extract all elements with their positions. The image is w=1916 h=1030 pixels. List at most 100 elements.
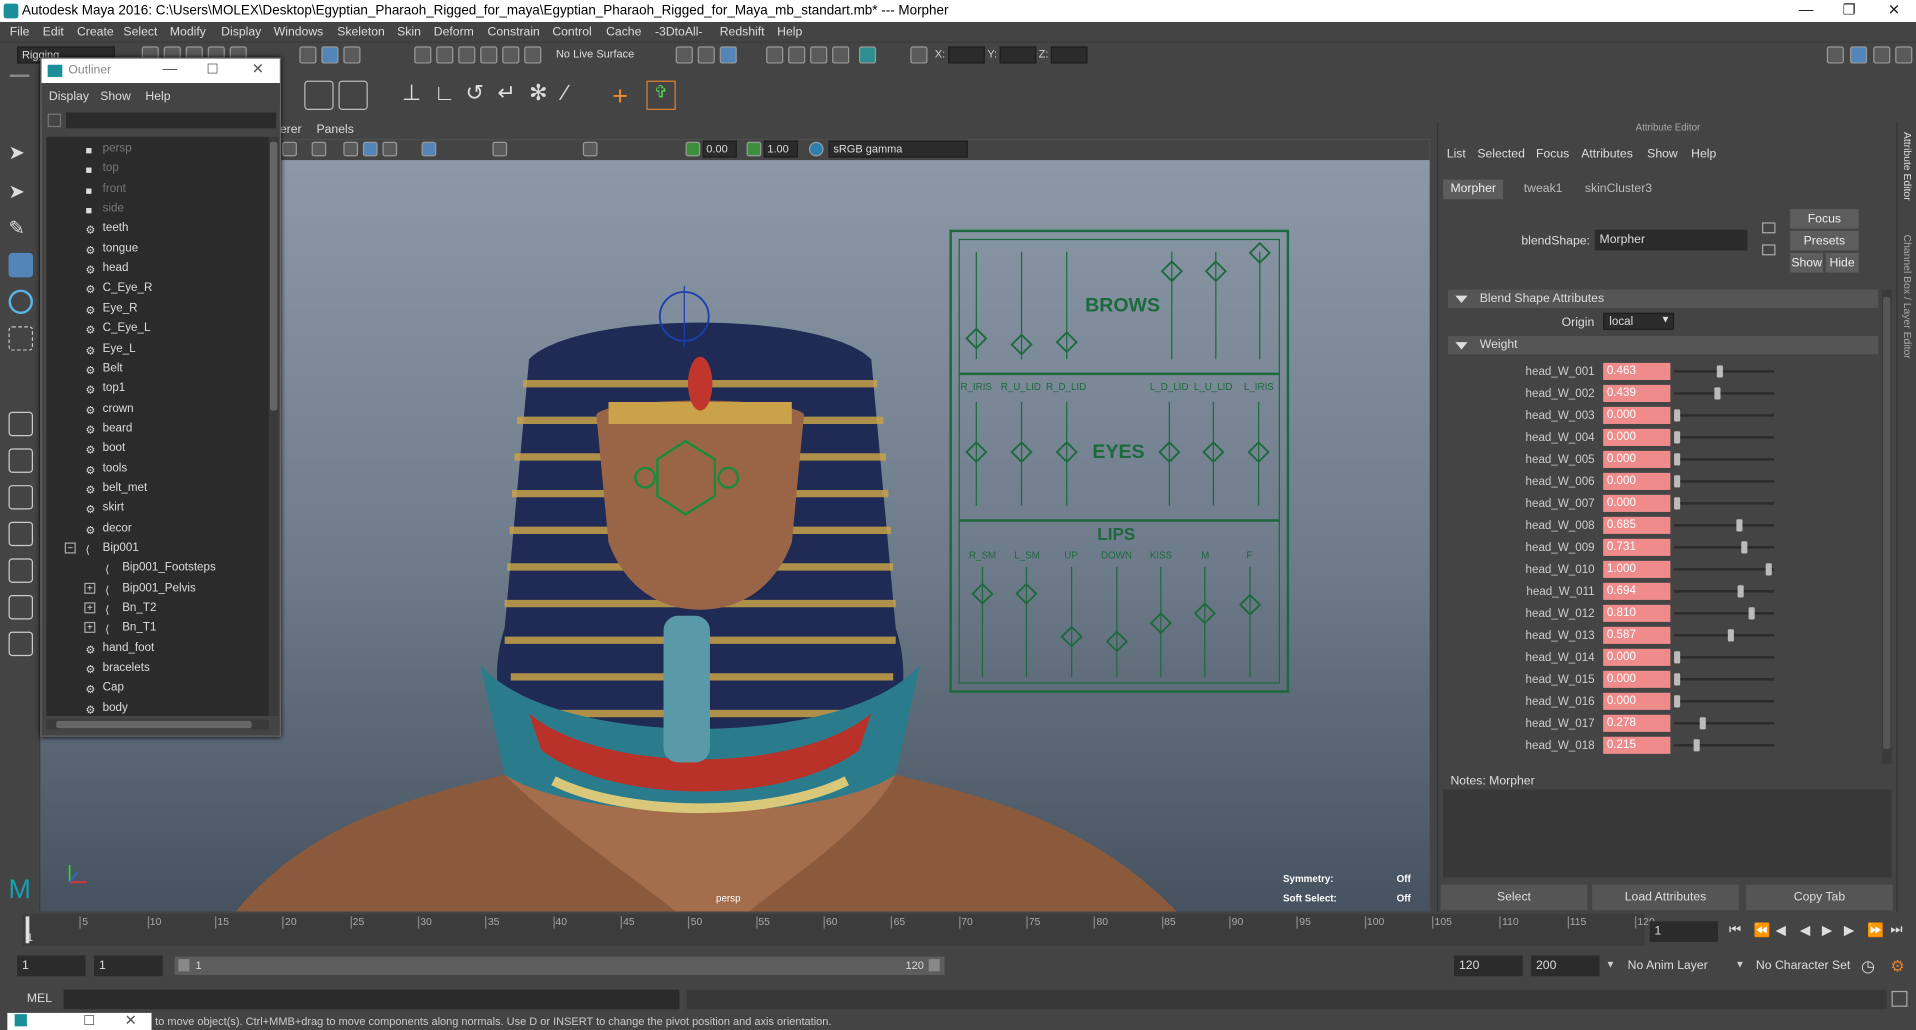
outliner-item[interactable]: ⚙ Eye_L	[46, 339, 268, 359]
snap-grid-icon[interactable]	[414, 46, 432, 64]
menu-redshift[interactable]: Redshift	[720, 26, 765, 39]
render-current-icon[interactable]	[766, 46, 784, 64]
weight-slider-handle[interactable]	[1748, 607, 1755, 620]
tab-morpher[interactable]: Morpher	[1443, 179, 1504, 200]
attr-menu-help[interactable]: Help	[1691, 148, 1716, 161]
hypershade-icon[interactable]	[832, 46, 850, 64]
weight-slider[interactable]	[1674, 431, 1775, 444]
hide-button[interactable]: Hide	[1825, 252, 1859, 273]
weight-slider[interactable]	[1674, 541, 1775, 554]
outliner-item[interactable]: ⚙ crown	[46, 399, 268, 419]
snap-view-icon[interactable]	[480, 46, 498, 64]
weight-slider[interactable]	[1674, 519, 1775, 532]
playback-start-field[interactable]: 1	[94, 955, 163, 977]
outliner-item[interactable]: ⚙ Belt	[46, 359, 268, 379]
gamma-icon[interactable]	[746, 141, 762, 157]
color-management-icon[interactable]	[808, 141, 824, 157]
weight-slider[interactable]	[1674, 497, 1775, 510]
outliner-item[interactable]: ⚙ skirt	[46, 499, 268, 519]
weight-slider[interactable]	[1674, 629, 1775, 642]
weight-slider-handle[interactable]	[1674, 431, 1681, 444]
weight-slider[interactable]	[1674, 475, 1775, 488]
weight-slider-handle[interactable]	[1674, 497, 1681, 510]
anim-prefs-icon[interactable]: ⚙	[1890, 957, 1904, 977]
weight-value-field[interactable]: 0.694	[1603, 582, 1671, 600]
hypershade-layout-icon[interactable]	[8, 595, 33, 620]
x-field[interactable]	[948, 46, 985, 64]
select-component-icon[interactable]	[343, 46, 361, 64]
attribute-editor-tab[interactable]: Attribute Editor	[1901, 132, 1913, 201]
snap-vertex-icon[interactable]	[524, 46, 542, 64]
attr-menu-focus[interactable]: Focus	[1536, 148, 1569, 161]
weight-slider[interactable]	[1674, 717, 1775, 730]
outliner-item[interactable]: ⚙ Eye_R	[46, 299, 268, 319]
shadows-icon[interactable]	[492, 141, 508, 157]
snap-surface-icon[interactable]	[502, 46, 520, 64]
outliner-filter-icon[interactable]	[47, 113, 62, 128]
channel-box-toggle-icon[interactable]	[1895, 46, 1913, 64]
cube-wire-icon[interactable]	[338, 80, 368, 110]
weight-slider[interactable]	[1674, 409, 1775, 422]
step-back-key-icon[interactable]: ⏪	[1753, 922, 1770, 939]
weight-slider[interactable]	[1674, 651, 1775, 664]
weight-slider[interactable]	[1674, 453, 1775, 466]
transform-mode-icon[interactable]	[910, 46, 928, 64]
menu-windows[interactable]: Windows	[274, 26, 324, 39]
scale-tool-icon[interactable]	[8, 326, 33, 351]
weight-slider-handle[interactable]	[1674, 695, 1681, 708]
output-connection-icon[interactable]	[1762, 244, 1776, 256]
weight-slider[interactable]	[1674, 387, 1775, 400]
outliner-scroll-thumb[interactable]	[270, 141, 278, 411]
select-tool-icon[interactable]: ➤	[9, 141, 33, 165]
animation-end-field[interactable]: 200	[1531, 955, 1600, 977]
viewport-menu-renderer[interactable]: erer	[280, 123, 302, 136]
range-bar[interactable]: 1 120	[174, 956, 945, 976]
restore-icon[interactable]: ❐	[1843, 1, 1856, 18]
menu-help[interactable]: Help	[777, 26, 802, 39]
outliner-item[interactable]: ■ side	[46, 199, 268, 219]
chevron-down-icon[interactable]: ▼	[1606, 959, 1616, 970]
go-to-end-icon[interactable]: ⏭	[1890, 922, 1902, 938]
outliner-maximize-icon[interactable]: ☐	[207, 61, 219, 77]
render-settings-icon[interactable]	[810, 46, 828, 64]
current-time-marker[interactable]	[25, 916, 30, 944]
snap-curve-icon[interactable]	[436, 46, 454, 64]
textured-icon[interactable]	[382, 141, 398, 157]
menu-select[interactable]: Select	[123, 26, 157, 39]
outliner-titlebar[interactable]: Outliner — ☐ ✕	[41, 58, 280, 84]
wireframe-icon[interactable]	[343, 141, 359, 157]
weight-slider-handle[interactable]	[1727, 629, 1734, 642]
xray-joints-icon[interactable]	[421, 141, 437, 157]
outliner-item[interactable]: + ⟨ Bn_T2	[46, 599, 268, 619]
insert-joint-icon[interactable]: ∟	[434, 81, 463, 110]
outliner-item[interactable]: ⚙ tools	[46, 459, 268, 479]
ik-spline-icon[interactable]: ↵	[497, 81, 526, 110]
tab-tweak1[interactable]: tweak1	[1516, 180, 1569, 200]
tool-settings-icon[interactable]	[1873, 46, 1891, 64]
notes-textarea[interactable]	[1443, 789, 1892, 878]
weight-slider-handle[interactable]	[1674, 673, 1681, 686]
chevron-down-icon[interactable]: ▼	[1735, 959, 1745, 970]
weight-value-field[interactable]: 0.463	[1603, 362, 1671, 380]
y-field[interactable]	[999, 46, 1037, 64]
origin-dropdown[interactable]: local ▼	[1603, 312, 1675, 330]
menu-create[interactable]: Create	[77, 26, 114, 39]
minimized-close-icon[interactable]: ✕	[125, 1012, 137, 1029]
lattice-icon[interactable]	[304, 80, 334, 110]
mel-input[interactable]	[63, 989, 680, 1010]
input-connection-icon[interactable]	[1762, 222, 1776, 234]
menu-file[interactable]: File	[10, 26, 30, 39]
auto-key-icon[interactable]: ◷	[1861, 957, 1875, 977]
ipr-render-icon[interactable]	[788, 46, 806, 64]
script-editor-icon[interactable]	[1891, 990, 1908, 1007]
move-tool-icon[interactable]	[8, 252, 33, 278]
weight-value-field[interactable]: 0.685	[1603, 516, 1671, 534]
attr-menu-selected[interactable]: Selected	[1477, 148, 1525, 161]
play-backwards-icon[interactable]: ◀	[1800, 922, 1810, 939]
weight-slider[interactable]	[1674, 365, 1775, 378]
redshift-render-icon[interactable]	[859, 46, 877, 64]
viewport-menu-panels[interactable]: Panels	[316, 123, 353, 136]
outliner-menu-display[interactable]: Display	[49, 90, 89, 103]
minimized-restore-icon[interactable]: ☐	[83, 1013, 95, 1029]
isolate-select-icon[interactable]	[582, 141, 598, 157]
